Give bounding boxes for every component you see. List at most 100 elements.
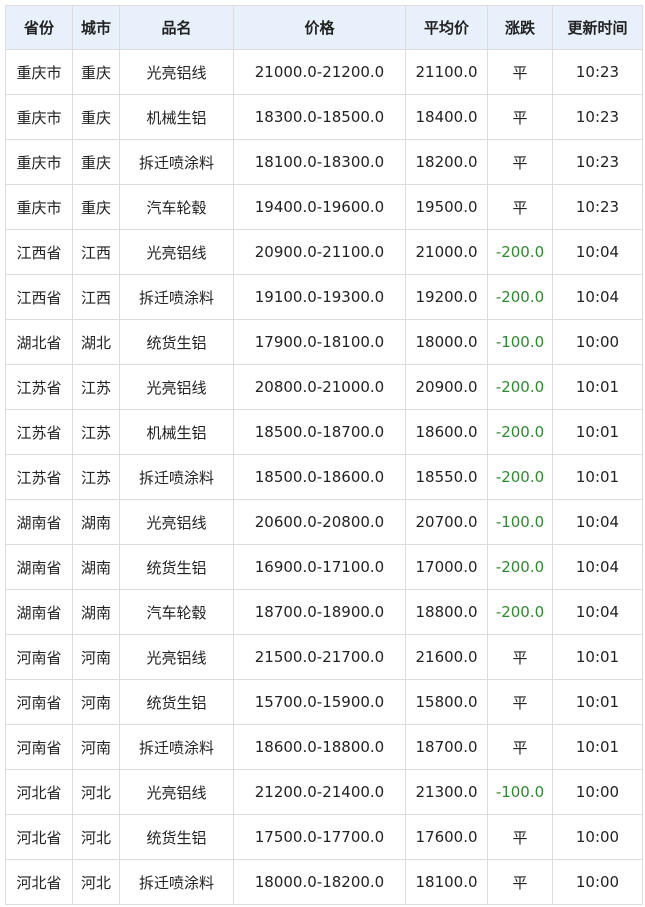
cell-city: 江苏 [72, 454, 120, 500]
cell-product: 光亮铝线 [119, 499, 234, 545]
cell-product: 统货生铝 [119, 814, 234, 860]
cell-change: 平 [487, 94, 553, 140]
cell-average-price: 18800.0 [405, 589, 488, 635]
cell-update-time: 10:23 [552, 184, 643, 230]
cell-average-price: 18600.0 [405, 409, 488, 455]
cell-price: 18000.0-18200.0 [233, 859, 406, 905]
table-row: 江西省 江西 光亮铝线 20900.0-21100.0 21000.0 -200.0 10:… [5, 229, 643, 275]
cell-city: 重庆 [72, 184, 120, 230]
cell-average-price: 18200.0 [405, 139, 488, 185]
cell-price: 18500.0-18700.0 [233, 409, 406, 455]
cell-province: 重庆市 [5, 94, 73, 140]
cell-price: 19400.0-19600.0 [233, 184, 406, 230]
table-row: 河北省 河北 光亮铝线 21200.0-21400.0 21300.0 -100.0 10:… [5, 769, 643, 815]
cell-province: 重庆市 [5, 139, 73, 185]
cell-product: 统货生铝 [119, 319, 234, 365]
cell-price: 20900.0-21100.0 [233, 229, 406, 275]
cell-change: 平 [487, 679, 553, 725]
cell-update-time: 10:01 [552, 679, 643, 725]
table-row: 湖南省 湖南 汽车轮毂 18700.0-18900.0 18800.0 -200.0 10:… [5, 589, 643, 635]
cell-province: 河北省 [5, 859, 73, 905]
cell-product: 光亮铝线 [119, 364, 234, 410]
cell-change: -200.0 [487, 409, 553, 455]
cell-city: 河北 [72, 859, 120, 905]
cell-province: 河北省 [5, 814, 73, 860]
cell-average-price: 21600.0 [405, 634, 488, 680]
cell-update-time: 10:23 [552, 139, 643, 185]
cell-change: -200.0 [487, 589, 553, 635]
cell-province: 重庆市 [5, 49, 73, 95]
table-row: 重庆市 重庆 汽车轮毂 19400.0-19600.0 19500.0 平 10:23 [5, 184, 643, 230]
cell-update-time: 10:01 [552, 454, 643, 500]
cell-product: 光亮铝线 [119, 634, 234, 680]
cell-change: -200.0 [487, 364, 553, 410]
table-row: 重庆市 重庆 光亮铝线 21000.0-21200.0 21100.0 平 10:23 [5, 49, 643, 95]
table-row: 江西省 江西 拆迁喷涂料 19100.0-19300.0 19200.0 -200.0 10… [5, 274, 643, 320]
header-city: 城市 [72, 5, 120, 50]
table-row: 河南省 河南 光亮铝线 21500.0-21700.0 21600.0 平 10:01 [5, 634, 643, 680]
cell-province: 湖南省 [5, 589, 73, 635]
cell-change: 平 [487, 634, 553, 680]
cell-province: 河北省 [5, 769, 73, 815]
cell-product: 汽车轮毂 [119, 589, 234, 635]
cell-average-price: 21300.0 [405, 769, 488, 815]
cell-province: 湖南省 [5, 499, 73, 545]
cell-city: 重庆 [72, 49, 120, 95]
cell-city: 河南 [72, 724, 120, 770]
cell-province: 江苏省 [5, 409, 73, 455]
cell-city: 河南 [72, 679, 120, 725]
cell-price: 21500.0-21700.0 [233, 634, 406, 680]
cell-price: 16900.0-17100.0 [233, 544, 406, 590]
cell-price: 19100.0-19300.0 [233, 274, 406, 320]
cell-average-price: 21000.0 [405, 229, 488, 275]
cell-average-price: 20900.0 [405, 364, 488, 410]
cell-city: 湖北 [72, 319, 120, 365]
cell-update-time: 10:01 [552, 634, 643, 680]
cell-province: 湖北省 [5, 319, 73, 365]
cell-update-time: 10:00 [552, 769, 643, 815]
cell-price: 17500.0-17700.0 [233, 814, 406, 860]
cell-product: 机械生铝 [119, 409, 234, 455]
cell-product: 机械生铝 [119, 94, 234, 140]
cell-province: 江苏省 [5, 454, 73, 500]
cell-province: 河南省 [5, 679, 73, 725]
header-change: 涨跌 [487, 5, 553, 50]
cell-update-time: 10:00 [552, 814, 643, 860]
cell-average-price: 18700.0 [405, 724, 488, 770]
cell-update-time: 10:01 [552, 724, 643, 770]
cell-change: 平 [487, 49, 553, 95]
table-row: 江苏省 江苏 机械生铝 18500.0-18700.0 18600.0 -200.0 10:… [5, 409, 643, 455]
cell-change: 平 [487, 859, 553, 905]
cell-update-time: 10:04 [552, 544, 643, 590]
cell-product: 汽车轮毂 [119, 184, 234, 230]
cell-average-price: 21100.0 [405, 49, 488, 95]
table-header: 省份 城市 品名 价格 平均价 涨跌 更新时间 [5, 5, 643, 50]
page: 省份 城市 品名 价格 平均价 涨跌 更新时间 重庆市 重庆 光亮铝线 21000.0-21200… [0, 0, 645, 907]
cell-product: 统货生铝 [119, 679, 234, 725]
cell-average-price: 18400.0 [405, 94, 488, 140]
cell-price: 18300.0-18500.0 [233, 94, 406, 140]
cell-change: -200.0 [487, 544, 553, 590]
header-price: 价格 [233, 5, 406, 50]
cell-update-time: 10:01 [552, 409, 643, 455]
table-row: 河南省 河南 统货生铝 15700.0-15900.0 15800.0 平 10:01 [5, 679, 643, 725]
cell-average-price: 18550.0 [405, 454, 488, 500]
cell-city: 江苏 [72, 364, 120, 410]
cell-province: 湖南省 [5, 544, 73, 590]
cell-city: 湖南 [72, 589, 120, 635]
cell-province: 重庆市 [5, 184, 73, 230]
cell-update-time: 10:01 [552, 364, 643, 410]
cell-product: 光亮铝线 [119, 769, 234, 815]
cell-change: -200.0 [487, 454, 553, 500]
cell-city: 重庆 [72, 94, 120, 140]
cell-province: 江西省 [5, 274, 73, 320]
cell-province: 河南省 [5, 634, 73, 680]
cell-city: 江苏 [72, 409, 120, 455]
table-row: 重庆市 重庆 拆迁喷涂料 18100.0-18300.0 18200.0 平 10:23 [5, 139, 643, 185]
cell-price: 17900.0-18100.0 [233, 319, 406, 365]
cell-update-time: 10:00 [552, 859, 643, 905]
table-row: 湖南省 湖南 光亮铝线 20600.0-20800.0 20700.0 -100.0 10:… [5, 499, 643, 545]
cell-average-price: 17600.0 [405, 814, 488, 860]
table-row: 江苏省 江苏 光亮铝线 20800.0-21000.0 20900.0 -200.0 10:… [5, 364, 643, 410]
cell-product: 光亮铝线 [119, 49, 234, 95]
